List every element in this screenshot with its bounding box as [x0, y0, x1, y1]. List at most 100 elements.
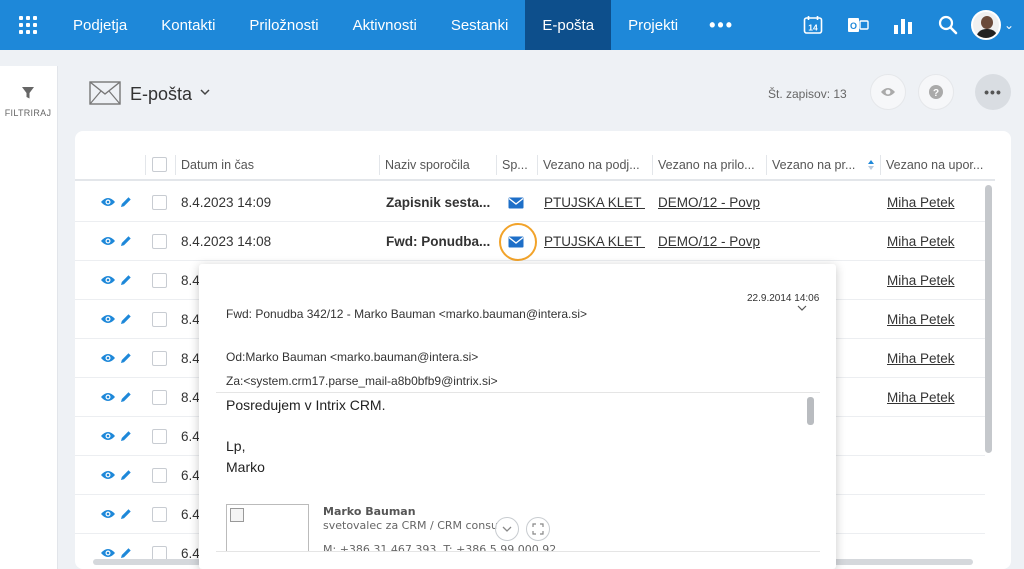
edit-icon[interactable]	[120, 352, 132, 364]
edit-icon[interactable]	[120, 430, 132, 442]
subject-cell[interactable]: Zapisnik sesta...	[386, 183, 492, 222]
row-checkbox[interactable]	[152, 429, 167, 444]
user-link[interactable]: Miha Petek	[887, 222, 985, 261]
eye-icon[interactable]	[100, 352, 116, 364]
search-icon[interactable]	[926, 0, 971, 50]
calendar-icon[interactable]: 14	[791, 0, 836, 50]
preview-subject: Fwd: Ponudba 342/12 - Marko Bauman <mark…	[226, 307, 588, 321]
vertical-scrollbar[interactable]	[985, 185, 992, 453]
column-sp[interactable]: Sp...	[502, 149, 535, 181]
row-checkbox[interactable]	[152, 390, 167, 405]
nav-aktivnosti[interactable]: Aktivnosti	[336, 0, 434, 50]
row-checkbox[interactable]	[152, 507, 167, 522]
user-link[interactable]: Miha Petek	[887, 339, 985, 378]
filter-label[interactable]: FILTRIRAJ	[0, 108, 56, 118]
chevron-down-icon[interactable]: ⌄	[1004, 18, 1014, 32]
eye-icon[interactable]	[100, 508, 116, 520]
nav-label: Priložnosti	[249, 16, 319, 34]
chevron-down-icon	[502, 526, 512, 532]
edit-icon[interactable]	[120, 274, 132, 286]
page-title: E-pošta	[130, 84, 193, 104]
row-checkbox[interactable]	[152, 273, 167, 288]
sort-icon[interactable]	[867, 159, 875, 171]
company-link[interactable]: PTUJSKA KLET d	[544, 222, 645, 261]
chevron-down-icon[interactable]	[797, 304, 807, 312]
body-line: Lp,	[226, 438, 246, 454]
eye-icon[interactable]	[100, 235, 116, 247]
email-type-cell[interactable]	[508, 183, 528, 222]
row-checkbox[interactable]	[152, 195, 167, 210]
eye-icon[interactable]	[100, 313, 116, 325]
envelope-icon[interactable]	[508, 197, 524, 209]
eye-icon[interactable]	[100, 274, 116, 286]
nav-priloznosti[interactable]: Priložnosti	[232, 0, 335, 50]
expand-down-button[interactable]	[495, 517, 519, 541]
fullscreen-button[interactable]	[526, 517, 550, 541]
date-cell: 8.4.2023 14:09	[181, 195, 272, 210]
opportunity-link[interactable]: DEMO/12 - Povp	[658, 183, 761, 222]
column-company[interactable]: Vezano na podj...	[543, 149, 650, 181]
row-checkbox[interactable]	[152, 234, 167, 249]
eye-icon[interactable]	[100, 196, 116, 208]
outlook-icon[interactable]: O	[836, 0, 881, 50]
row-checkbox[interactable]	[152, 312, 167, 327]
edit-icon[interactable]	[120, 469, 132, 481]
column-date[interactable]: Datum in čas	[181, 149, 376, 181]
user-link[interactable]	[887, 456, 985, 495]
preview-date: 22.9.2014 14:06	[747, 293, 820, 304]
more-options-button[interactable]: •••	[975, 74, 1011, 110]
nav-podjetja[interactable]: Podjetja	[56, 0, 144, 50]
nav-label: Projekti	[628, 16, 679, 34]
edit-icon[interactable]	[120, 391, 132, 403]
eye-icon[interactable]	[100, 391, 116, 403]
column-project[interactable]: Vezano na pr...	[772, 149, 862, 181]
eye-icon[interactable]	[100, 547, 116, 559]
table-row[interactable]: 8.4.2023 14:09 Zapisnik sesta... PTUJSKA…	[75, 183, 985, 222]
subject-cell[interactable]: Fwd: Ponudba...	[386, 222, 492, 261]
user-link[interactable]: Miha Petek	[887, 183, 985, 222]
user-avatar[interactable]	[970, 10, 1001, 40]
signature-name: Marko Bauman	[323, 505, 416, 518]
body-line: Posredujem v Intrix CRM.	[226, 397, 386, 413]
edit-icon[interactable]	[120, 508, 132, 520]
nav-projekti[interactable]: Projekti	[611, 0, 695, 50]
svg-text:?: ?	[933, 88, 939, 99]
signature-phone: M: +386 31 467 393, T: +386 5 99 000 92	[323, 543, 557, 552]
user-link[interactable]: Miha Petek	[887, 261, 985, 300]
user-link[interactable]: Miha Petek	[887, 378, 985, 417]
top-navigation: Podjetja Kontakti Priložnosti Aktivnosti…	[0, 0, 1024, 50]
select-all-checkbox[interactable]	[152, 157, 167, 172]
user-link[interactable]	[887, 417, 985, 456]
column-subject[interactable]: Naziv sporočila	[385, 149, 495, 181]
apps-grid-icon[interactable]	[0, 0, 56, 50]
edit-icon[interactable]	[120, 547, 132, 559]
record-count: Št. zapisov: 13	[768, 87, 847, 101]
reports-icon[interactable]	[881, 0, 926, 50]
preview-to: Za:<system.crm17.parse_mail-a8b0bfb9@int…	[226, 374, 498, 388]
envelope-icon	[89, 81, 121, 105]
filter-icon[interactable]	[21, 86, 35, 100]
user-link[interactable]	[887, 495, 985, 534]
row-checkbox[interactable]	[152, 351, 167, 366]
eye-icon[interactable]	[100, 430, 116, 442]
edit-icon[interactable]	[120, 313, 132, 325]
nav-label: Aktivnosti	[352, 16, 417, 34]
company-link[interactable]: PTUJSKA KLET d	[544, 183, 645, 222]
edit-icon[interactable]	[120, 196, 132, 208]
view-button[interactable]	[870, 74, 906, 110]
nav-more-button[interactable]: •••	[695, 15, 748, 36]
column-opportunity[interactable]: Vezano na prilo...	[658, 149, 764, 181]
opportunity-link[interactable]: DEMO/12 - Povp	[658, 222, 761, 261]
nav-e-posta[interactable]: E-pošta	[525, 0, 612, 50]
column-user[interactable]: Vezano na upor...	[886, 149, 996, 181]
filter-rail: FILTRIRAJ	[0, 66, 58, 569]
nav-kontakti[interactable]: Kontakti	[144, 0, 232, 50]
preview-scrollbar[interactable]	[807, 397, 814, 425]
chevron-down-icon[interactable]	[199, 86, 211, 98]
edit-icon[interactable]	[120, 235, 132, 247]
user-link[interactable]: Miha Petek	[887, 300, 985, 339]
eye-icon[interactable]	[100, 469, 116, 481]
help-button[interactable]: ?	[918, 74, 954, 110]
row-checkbox[interactable]	[152, 468, 167, 483]
nav-sestanki[interactable]: Sestanki	[434, 0, 526, 50]
